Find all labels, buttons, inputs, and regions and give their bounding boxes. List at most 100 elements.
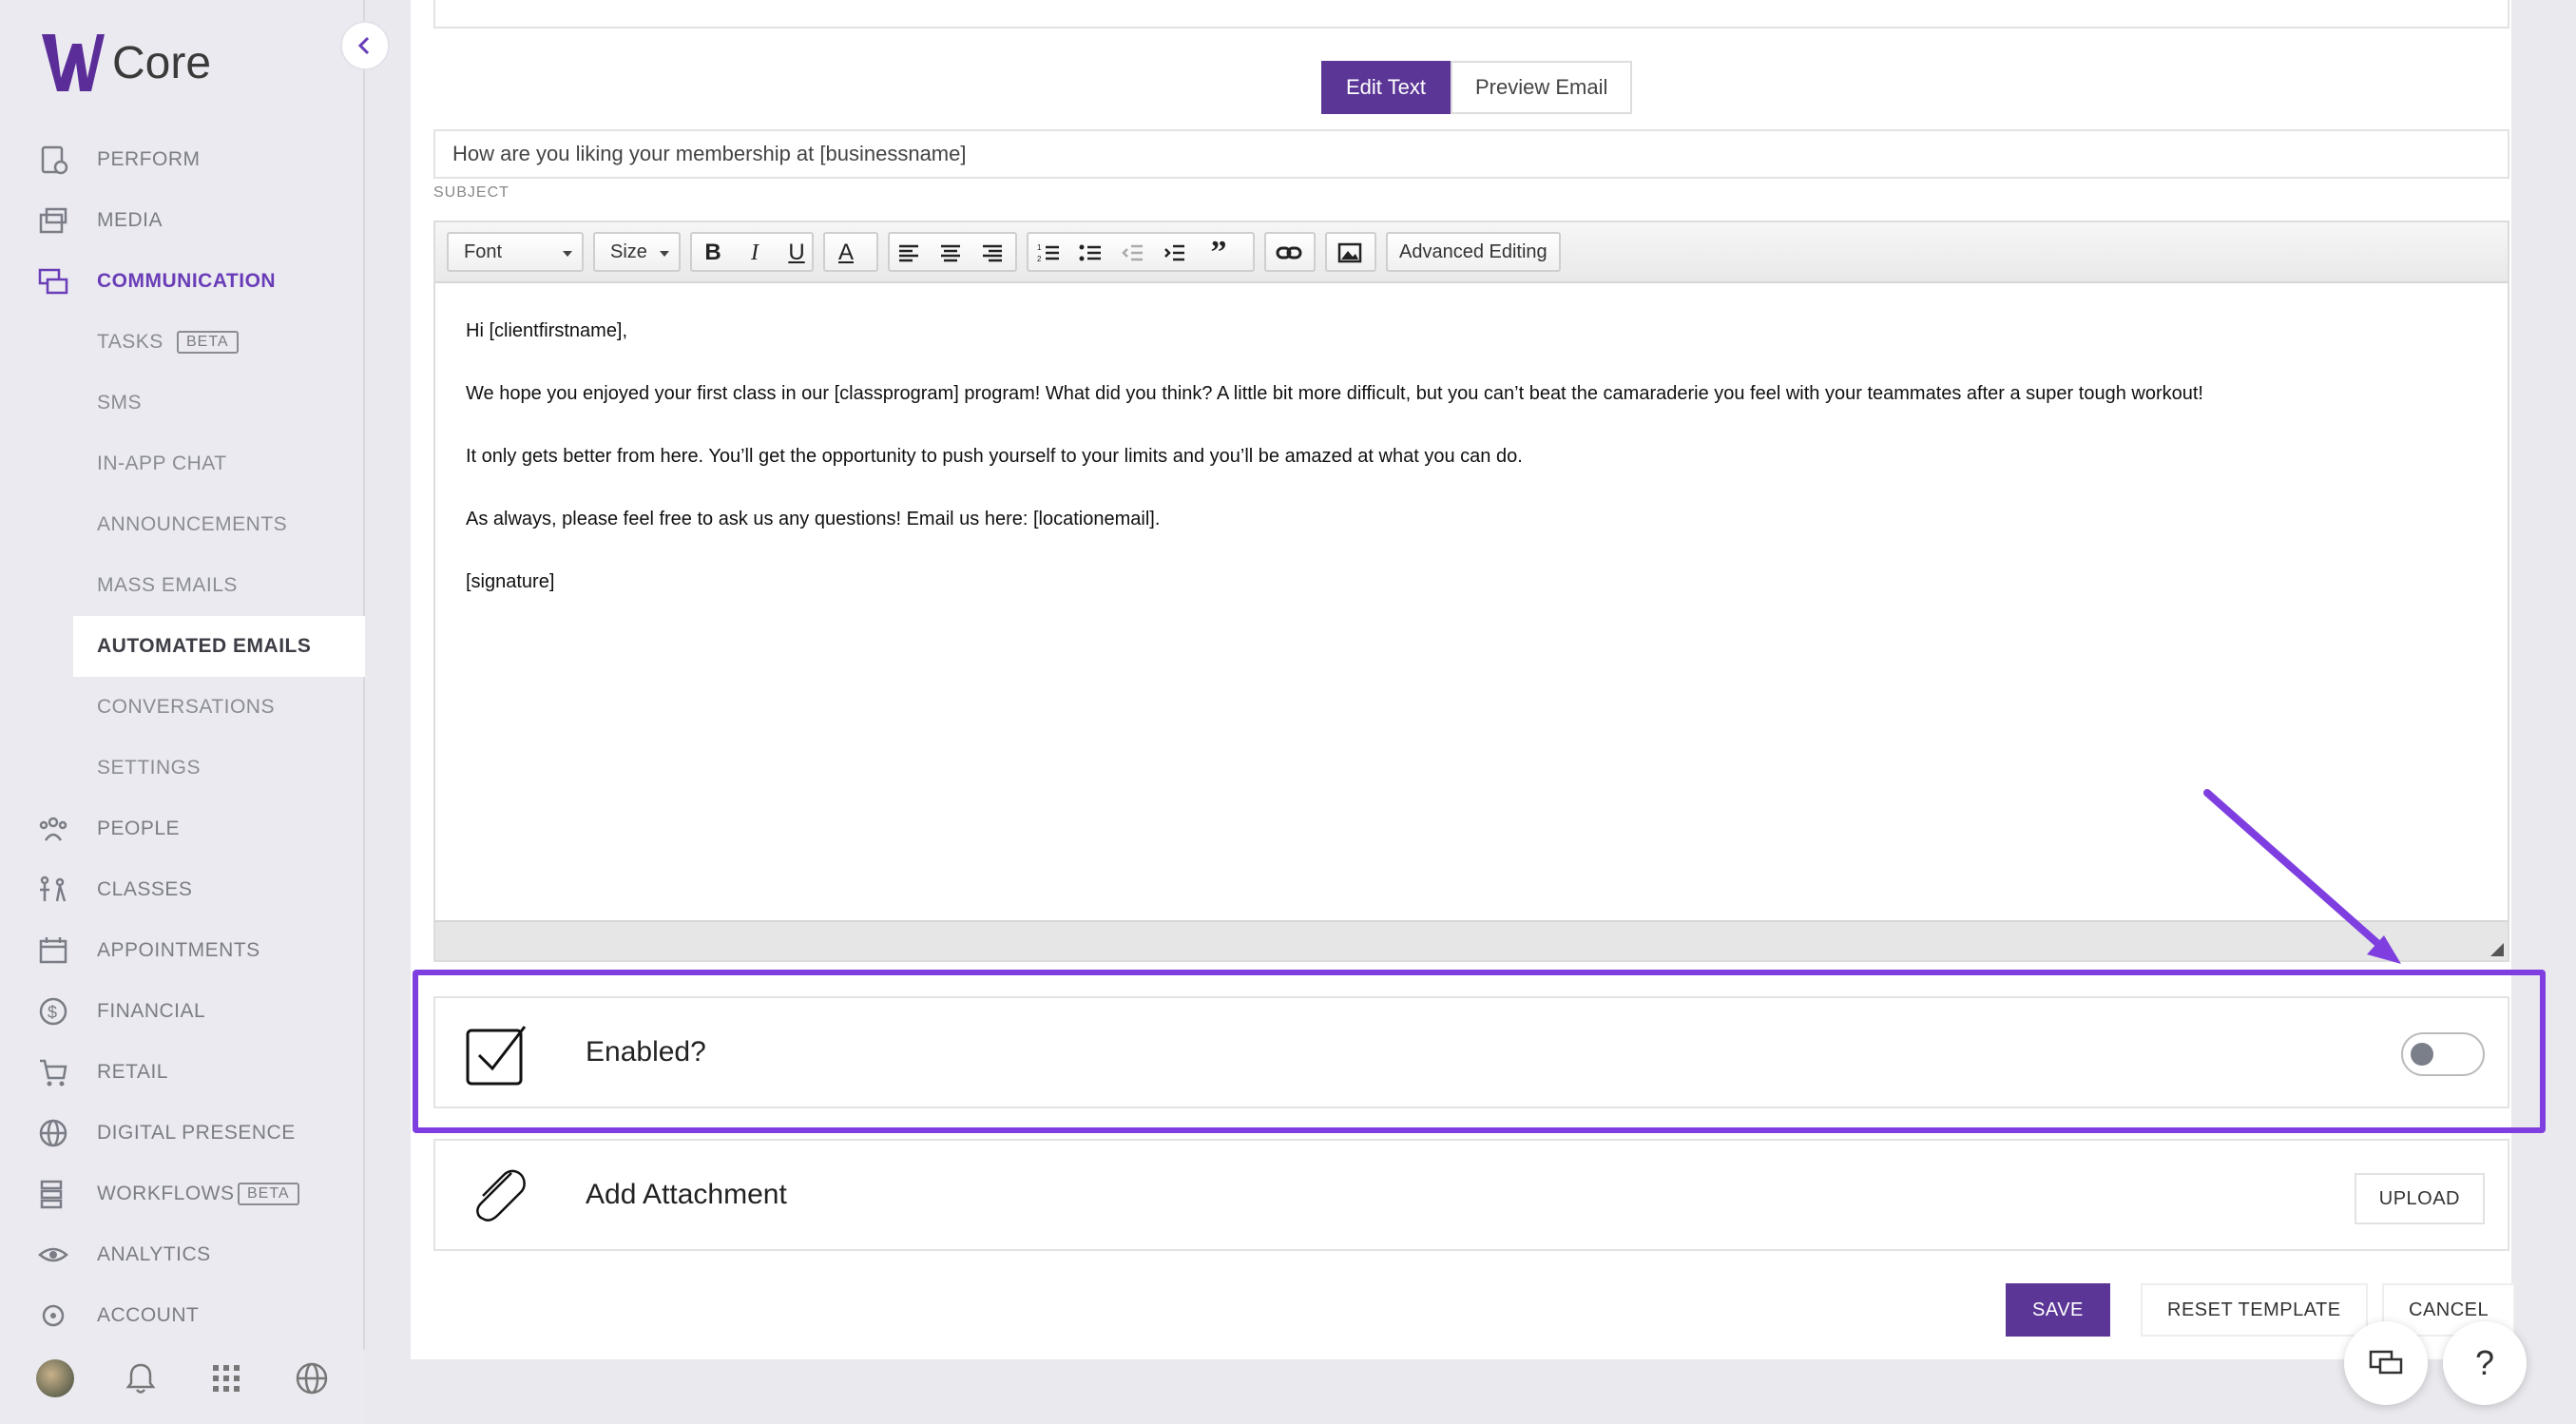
sidebar: Core PERFORM MEDIA COMMUNICATION TASKS BETA S…	[0, 0, 365, 1424]
globe-icon	[39, 1119, 67, 1147]
sidebar-item-financial[interactable]: $ FINANCIAL	[0, 981, 365, 1042]
globe-icon[interactable]	[293, 1359, 331, 1397]
sidebar-item-digital-presence[interactable]: DIGITAL PRESENCE	[0, 1103, 365, 1164]
size-dropdown[interactable]: Size	[593, 232, 681, 272]
link-icon[interactable]	[1272, 236, 1306, 270]
underline-icon[interactable]: U	[779, 236, 814, 270]
beta-badge: BETA	[177, 331, 239, 354]
paperclip-icon	[476, 1169, 526, 1222]
sidebar-item-label: TASKS	[97, 331, 163, 353]
subject-input[interactable]: How are you liking your membership at [b…	[433, 129, 2509, 179]
apps-grid-icon[interactable]	[207, 1359, 245, 1397]
sidebar-item-label: CONVERSATIONS	[97, 696, 275, 718]
save-button[interactable]: SAVE	[2006, 1283, 2110, 1337]
sidebar-item-label: MASS EMAILS	[97, 574, 238, 596]
edit-text-tab[interactable]: Edit Text	[1321, 61, 1451, 114]
sidebar-item-in-app-chat[interactable]: IN-APP CHAT	[0, 433, 365, 494]
numbered-list-icon[interactable]: 12	[1032, 236, 1067, 270]
email-body[interactable]: Hi [clientfirstname], We hope you enjoyed…	[435, 283, 2508, 665]
align-right-icon[interactable]	[975, 236, 1009, 270]
attachment-label: Add Attachment	[586, 1179, 787, 1210]
resize-handle-icon[interactable]	[2490, 943, 2504, 956]
enabled-toggle[interactable]	[2401, 1032, 2485, 1076]
svg-text:2: 2	[1037, 255, 1042, 263]
sidebar-item-label: COMMUNICATION	[97, 270, 277, 292]
analytics-icon	[38, 1247, 68, 1262]
classes-icon	[40, 876, 67, 902]
sidebar-item-label: PERFORM	[97, 148, 201, 170]
italic-icon[interactable]: I	[738, 236, 772, 270]
align-center-icon[interactable]	[933, 236, 968, 270]
upload-button[interactable]: UPLOAD	[2354, 1173, 2485, 1224]
annotation-arrow-icon	[2203, 789, 2401, 964]
sidebar-item-label: PEOPLE	[97, 818, 181, 839]
outdent-icon[interactable]	[1116, 236, 1150, 270]
help-button[interactable]: ?	[2443, 1321, 2527, 1405]
sidebar-item-settings[interactable]: SETTINGS	[0, 738, 365, 799]
sidebar-item-label: CLASSES	[97, 878, 193, 900]
sidebar-item-conversations[interactable]: CONVERSATIONS	[0, 677, 365, 738]
advanced-editing-button[interactable]: Advanced Editing	[1386, 232, 1561, 272]
sidebar-footer	[0, 1350, 365, 1424]
svg-text:$: $	[48, 1003, 57, 1022]
email-paragraph: It only gets better from here. You’ll ge…	[466, 446, 1523, 467]
sidebar-item-communication[interactable]: COMMUNICATION	[0, 251, 365, 312]
sidebar-item-workflows[interactable]: WORKFLOWS BETA	[0, 1164, 365, 1224]
sidebar-item-label: SMS	[97, 392, 143, 414]
sidebar-item-announcements[interactable]: ANNOUNCEMENTS	[0, 494, 365, 555]
align-left-icon[interactable]	[892, 236, 926, 270]
avatar[interactable]	[36, 1359, 74, 1397]
sidebar-item-account[interactable]: ACCOUNT	[0, 1285, 365, 1346]
people-icon	[39, 817, 67, 841]
sidebar-item-label: IN-APP CHAT	[97, 452, 227, 474]
communication-icon	[38, 268, 68, 295]
financial-icon: $	[39, 997, 67, 1026]
sidebar-item-label: SETTINGS	[97, 757, 202, 779]
main-content: Edit Text Preview Email How are you liki…	[411, 0, 2516, 1359]
collapse-sidebar-button[interactable]	[340, 21, 390, 70]
beta-badge: BETA	[238, 1183, 299, 1205]
enabled-label: Enabled?	[586, 1036, 706, 1068]
account-icon	[42, 1304, 65, 1327]
sidebar-item-perform[interactable]: PERFORM	[0, 129, 365, 190]
sidebar-item-tasks[interactable]: TASKS BETA	[0, 312, 365, 373]
app-name: Core	[112, 37, 212, 88]
preview-email-tab[interactable]: Preview Email	[1450, 61, 1633, 114]
subject-label: SUBJECT	[433, 184, 509, 201]
image-icon[interactable]	[1333, 236, 1367, 270]
sidebar-item-label: RETAIL	[97, 1061, 168, 1083]
question-mark-icon: ?	[2474, 1343, 2495, 1382]
sidebar-item-people[interactable]: PEOPLE	[0, 799, 365, 859]
sidebar-item-media[interactable]: MEDIA	[0, 190, 365, 251]
sidebar-item-mass-emails[interactable]: MASS EMAILS	[0, 555, 365, 616]
indent-icon[interactable]	[1158, 236, 1192, 270]
appointments-icon	[39, 937, 67, 964]
sidebar-item-classes[interactable]: CLASSES	[0, 859, 365, 920]
bullet-list-icon[interactable]	[1074, 236, 1108, 270]
sidebar-item-label: ANNOUNCEMENTS	[97, 513, 288, 535]
perform-icon	[41, 145, 68, 175]
email-paragraph: [signature]	[466, 571, 555, 592]
editor-toolbar: Font Size B I U A 12 ” Advanced Editing	[435, 222, 2508, 283]
sidebar-item-label: FINANCIAL	[97, 1000, 206, 1022]
sidebar-item-sms[interactable]: SMS	[0, 373, 365, 433]
chat-bubbles-icon	[2369, 1350, 2403, 1375]
bold-icon[interactable]: B	[696, 236, 730, 270]
checkbox-checked-icon	[466, 1026, 527, 1086]
app-logo[interactable]: Core	[38, 30, 211, 95]
blockquote-icon[interactable]: ”	[1201, 235, 1236, 270]
bell-icon[interactable]	[122, 1359, 160, 1397]
text-color-icon[interactable]: A	[829, 236, 863, 270]
sidebar-item-label: MEDIA	[97, 209, 163, 231]
editor-mode-toggle: Edit Text Preview Email	[1321, 61, 1633, 114]
reset-template-button[interactable]: RESET TEMPLATE	[2141, 1283, 2368, 1337]
sidebar-item-analytics[interactable]: ANALYTICS	[0, 1224, 365, 1285]
enabled-row: Enabled?	[433, 996, 2509, 1108]
sidebar-item-appointments[interactable]: APPOINTMENTS	[0, 920, 365, 981]
font-dropdown[interactable]: Font	[447, 232, 584, 272]
sidebar-item-label: APPOINTMENTS	[97, 939, 260, 961]
email-paragraph: As always, please feel free to ask us an…	[466, 509, 1161, 529]
chat-button[interactable]	[2344, 1321, 2428, 1405]
sidebar-item-automated-emails[interactable]: AUTOMATED EMAILS	[73, 616, 365, 677]
sidebar-item-retail[interactable]: RETAIL	[0, 1042, 365, 1103]
